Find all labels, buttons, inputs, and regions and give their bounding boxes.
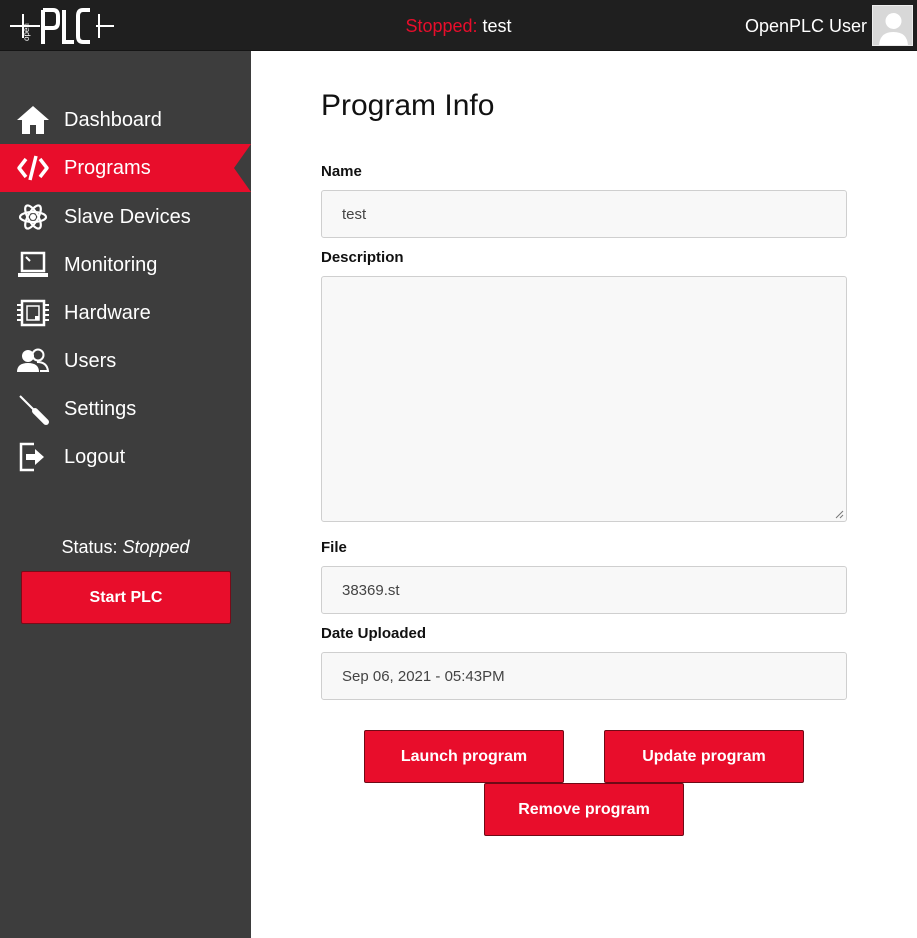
top-bar: open Stopped: test OpenPLC User	[0, 0, 917, 51]
logout-icon	[19, 442, 44, 472]
screwdriver-icon	[19, 395, 49, 425]
plc-status-value: Stopped	[122, 537, 190, 557]
sidebar-item-slave-devices[interactable]: Slave Devices	[0, 193, 251, 241]
sidebar-item-logout[interactable]: Logout	[0, 433, 251, 481]
run-state-label: Stopped:	[405, 16, 478, 36]
start-plc-button[interactable]: Start PLC	[21, 571, 231, 624]
sidebar-item-label: Programs	[64, 157, 151, 179]
file-label: File	[321, 539, 347, 556]
name-field-value: test	[342, 205, 367, 223]
sidebar-item-monitoring[interactable]: Monitoring	[0, 241, 251, 289]
file-field-value: 38369.st	[342, 581, 400, 599]
code-icon	[17, 155, 49, 181]
sidebar-item-label: Slave Devices	[64, 206, 191, 228]
name-field[interactable]: test	[321, 190, 847, 238]
date-uploaded-field-value: Sep 06, 2021 - 05:43PM	[342, 667, 505, 685]
users-icon	[17, 348, 50, 372]
sidebar-item-label: Users	[64, 350, 117, 372]
sidebar-item-label: Dashboard	[64, 109, 162, 131]
chip-icon	[17, 299, 49, 327]
sidebar-item-label: Settings	[64, 398, 137, 420]
description-label: Description	[321, 249, 404, 266]
sidebar-item-dashboard[interactable]: Dashboard	[0, 96, 251, 144]
run-state-program: test	[482, 16, 512, 36]
monitor-icon	[18, 251, 48, 277]
sidebar-item-label: Hardware	[64, 302, 151, 324]
resize-grip-icon[interactable]	[835, 510, 844, 519]
home-icon	[17, 106, 49, 134]
sidebar-item-settings[interactable]: Settings	[0, 385, 251, 433]
description-field[interactable]	[321, 276, 847, 522]
launch-program-button[interactable]: Launch program	[364, 730, 564, 783]
name-label: Name	[321, 163, 362, 180]
plc-status-label: Status:	[61, 537, 118, 557]
file-field[interactable]: 38369.st	[321, 566, 847, 614]
date-uploaded-field[interactable]: Sep 06, 2021 - 05:43PM	[321, 652, 847, 700]
sidebar-item-label: Monitoring	[64, 254, 158, 276]
sidebar-item-programs[interactable]: Programs	[0, 144, 251, 192]
user-name[interactable]: OpenPLC User	[745, 16, 867, 37]
avatar[interactable]	[872, 5, 913, 46]
page-title: Program Info	[321, 89, 495, 122]
main-content: Program Info Name test Description File …	[251, 51, 917, 938]
date-uploaded-label: Date Uploaded	[321, 625, 427, 642]
sidebar: Dashboard Programs Slave Devices Monitor…	[0, 51, 251, 938]
sidebar-item-users[interactable]: Users	[0, 337, 251, 385]
remove-program-button[interactable]: Remove program	[484, 783, 684, 836]
network-icon	[18, 204, 48, 230]
user-avatar-icon	[873, 6, 912, 45]
plc-status: Status: Stopped	[0, 537, 251, 558]
sidebar-item-label: Logout	[64, 446, 126, 468]
update-program-button[interactable]: Update program	[604, 730, 804, 783]
sidebar-item-hardware[interactable]: Hardware	[0, 289, 251, 337]
